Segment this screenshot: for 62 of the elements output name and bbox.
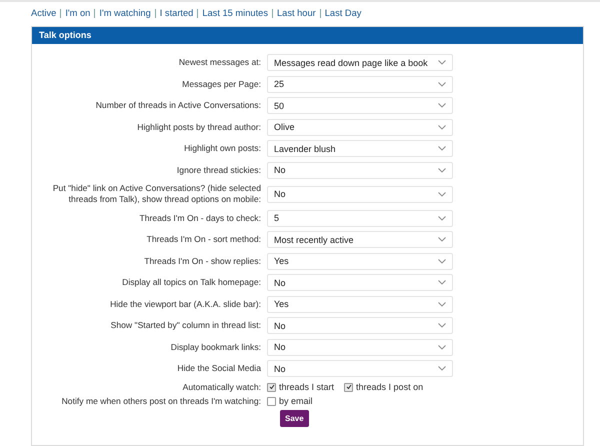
chevron-icon bbox=[438, 124, 446, 130]
checkbox-label: by email bbox=[279, 396, 313, 406]
dropdown[interactable]: No bbox=[267, 360, 453, 377]
field-label: Newest messages at: bbox=[178, 57, 262, 68]
dropdown[interactable]: Olive bbox=[267, 118, 453, 136]
nav-link[interactable]: Active bbox=[31, 8, 56, 18]
chevron-icon bbox=[438, 323, 446, 328]
chevron-icon bbox=[438, 82, 446, 86]
dropdown[interactable]: Messages read down page like a book bbox=[267, 54, 453, 71]
field-label: Hide the viewport bar (A.K.A. slide bar): bbox=[109, 298, 262, 310]
field-label: Automatically watch: bbox=[182, 382, 262, 392]
dropdown[interactable]: Yes bbox=[267, 296, 453, 312]
dropdown[interactable]: No bbox=[267, 317, 453, 334]
chevron-icon bbox=[438, 146, 446, 151]
dropdown[interactable]: 25 bbox=[267, 76, 453, 92]
dropdown[interactable]: Most recently active bbox=[267, 231, 453, 248]
field-label: Show "Started by" column in thread list: bbox=[110, 320, 262, 331]
chevron-icon bbox=[438, 258, 446, 264]
checkbox-label: threads I start bbox=[279, 382, 334, 392]
field-label: Notify me when others post on threads I'm watching: bbox=[60, 396, 262, 406]
checkbox[interactable] bbox=[267, 396, 276, 406]
field-label: Threads I'm On - show replies: bbox=[143, 256, 262, 266]
field-label: Put "hide" link on Active Conversations? (hide selected threads from Talk), show thread options on mobile: bbox=[52, 183, 262, 205]
nav-link[interactable]: Last 15 minutes bbox=[202, 8, 268, 18]
field-label: Highlight own posts: bbox=[183, 143, 262, 154]
chevron-icon bbox=[438, 302, 446, 306]
field-label: Display bookmark links: bbox=[170, 342, 262, 352]
checkbox-label: threads I post on bbox=[356, 382, 424, 392]
checkbox[interactable] bbox=[267, 382, 276, 392]
field-label: Messages per Page: bbox=[181, 78, 262, 90]
field-label: Threads I'm On - days to check: bbox=[138, 212, 262, 224]
nav-link[interactable]: I started bbox=[160, 8, 194, 18]
save-button[interactable]: Save bbox=[280, 410, 309, 426]
chevron-icon bbox=[438, 237, 446, 242]
chevron-icon bbox=[438, 168, 446, 172]
nav-link[interactable]: Last hour bbox=[276, 8, 316, 18]
chevron-icon bbox=[438, 366, 446, 371]
nav-link[interactable]: Last Day bbox=[324, 8, 362, 18]
dropdown[interactable]: 5 bbox=[267, 210, 453, 226]
chevron-icon bbox=[438, 103, 446, 108]
field-label: Number of threads in Active Conversations: bbox=[94, 100, 262, 111]
dropdown[interactable]: 50 bbox=[267, 97, 453, 114]
dropdown[interactable]: No bbox=[267, 274, 453, 291]
nav-link[interactable]: I'm on bbox=[65, 8, 90, 18]
nav-link[interactable]: I'm watching bbox=[99, 8, 151, 18]
field-label: Threads I'm On - sort method: bbox=[146, 234, 262, 245]
dropdown[interactable]: No bbox=[267, 338, 453, 356]
field-label: Hide the Social Media bbox=[176, 363, 262, 374]
dropdown[interactable]: Lavender blush bbox=[267, 140, 453, 157]
chevron-icon bbox=[438, 344, 446, 350]
field-label: Highlight posts by thread author: bbox=[136, 122, 262, 132]
dropdown[interactable]: No bbox=[267, 186, 453, 202]
panel-header: Talk options bbox=[32, 27, 583, 44]
checkbox[interactable] bbox=[344, 382, 354, 392]
chevron-icon bbox=[438, 192, 446, 196]
dropdown[interactable]: No bbox=[267, 162, 453, 178]
chevron-icon bbox=[438, 216, 446, 220]
chevron-icon bbox=[438, 60, 446, 65]
field-label: Ignore thread stickies: bbox=[176, 164, 262, 176]
dropdown[interactable]: Yes bbox=[267, 252, 453, 270]
field-label: Display all topics on Talk homepage: bbox=[121, 277, 262, 288]
chevron-icon bbox=[438, 280, 446, 285]
